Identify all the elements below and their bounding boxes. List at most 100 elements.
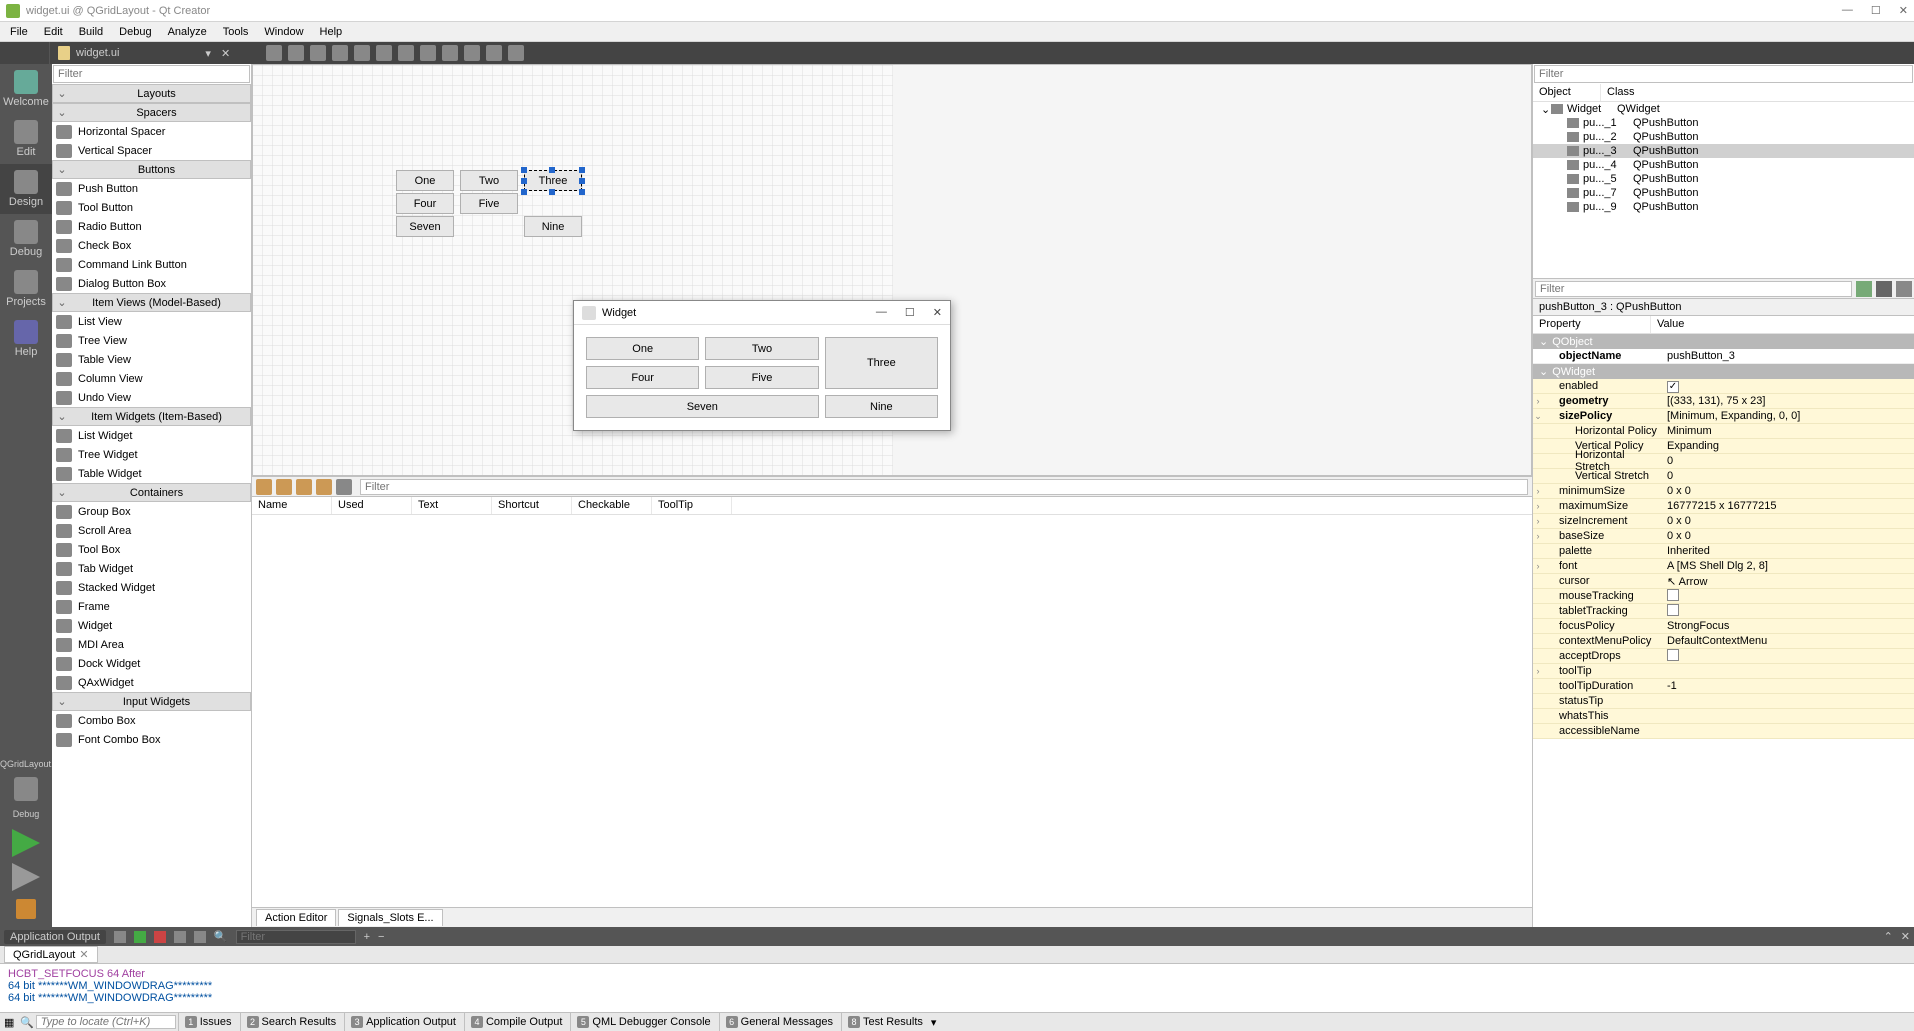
run-button[interactable]	[12, 829, 40, 857]
widget-group-header[interactable]: ⌄Buttons	[52, 160, 251, 179]
object-tree-row[interactable]: pu..._9QPushButton	[1533, 200, 1914, 214]
widget-item[interactable]: Undo View	[52, 388, 251, 407]
output-run-icon[interactable]	[134, 931, 146, 943]
widget-item[interactable]: Radio Button	[52, 217, 251, 236]
property-row[interactable]: whatsThis	[1533, 709, 1914, 724]
property-row[interactable]: acceptDrops	[1533, 649, 1914, 664]
preview-maximize[interactable]: ☐	[905, 306, 915, 319]
output-icon-4[interactable]	[194, 931, 206, 943]
layout-grid-icon[interactable]	[442, 45, 458, 61]
pane-compile[interactable]: 4Compile Output	[464, 1013, 568, 1031]
menu-file[interactable]: File	[4, 24, 34, 40]
object-tree-row[interactable]: pu..._4QPushButton	[1533, 158, 1914, 172]
layout-v-icon[interactable]	[376, 45, 392, 61]
property-value[interactable]: Minimum	[1661, 425, 1914, 437]
widget-item[interactable]: Command Link Button	[52, 255, 251, 274]
property-row[interactable]: ›geometry[(333, 131), 75 x 23]	[1533, 394, 1914, 409]
tab-signals-slots[interactable]: Signals_Slots E...	[338, 909, 442, 926]
menu-help[interactable]: Help	[314, 24, 349, 40]
output-icon-3[interactable]	[174, 931, 186, 943]
widget-item[interactable]: Group Box	[52, 502, 251, 521]
object-tree-row[interactable]: pu..._5QPushButton	[1533, 172, 1914, 186]
property-row[interactable]: ›sizeIncrement0 x 0	[1533, 514, 1914, 529]
delete-action-icon[interactable]	[316, 479, 332, 495]
object-tree-row[interactable]: pu..._3QPushButton	[1533, 144, 1914, 158]
output-tab-close-icon[interactable]: ✕	[79, 948, 88, 961]
run-debug-button[interactable]	[12, 863, 40, 891]
action-config-icon[interactable]	[336, 479, 352, 495]
design-btn-seven[interactable]: Seven	[396, 216, 454, 237]
property-row[interactable]: Horizontal Stretch0	[1533, 454, 1914, 469]
property-section[interactable]: ⌄QObject	[1533, 334, 1914, 349]
widget-item[interactable]: Stacked Widget	[52, 578, 251, 597]
new-action-icon[interactable]	[256, 479, 272, 495]
property-row[interactable]: ›minimumSize0 x 0	[1533, 484, 1914, 499]
property-row[interactable]: ⌄sizePolicy[Minimum, Expanding, 0, 0]	[1533, 409, 1914, 424]
property-value[interactable]: ✓	[1661, 380, 1914, 393]
edit-widgets-icon[interactable]	[266, 45, 282, 61]
widget-group-header[interactable]: ⌄Input Widgets	[52, 692, 251, 711]
resize-handle[interactable]	[579, 167, 585, 173]
maximize-button[interactable]: ☐	[1871, 4, 1881, 17]
widget-item[interactable]: Table Widget	[52, 464, 251, 483]
property-value[interactable]: -1	[1661, 680, 1914, 692]
add-property-icon[interactable]	[1856, 281, 1872, 297]
paste-action-icon[interactable]	[296, 479, 312, 495]
property-row[interactable]: ›toolTip	[1533, 664, 1914, 679]
resize-handle[interactable]	[521, 189, 527, 195]
widget-item[interactable]: Table View	[52, 350, 251, 369]
object-tree-row[interactable]: pu..._7QPushButton	[1533, 186, 1914, 200]
col-value[interactable]: Value	[1651, 316, 1690, 333]
col-class[interactable]: Class	[1601, 84, 1641, 101]
widget-item[interactable]: List View	[52, 312, 251, 331]
output-icon-1[interactable]	[114, 931, 126, 943]
property-row[interactable]: mouseTracking	[1533, 589, 1914, 604]
action-filter[interactable]	[360, 479, 1528, 495]
col-property[interactable]: Property	[1533, 316, 1651, 333]
resize-handle[interactable]	[521, 167, 527, 173]
widget-item[interactable]: Dock Widget	[52, 654, 251, 673]
widget-item[interactable]: Horizontal Spacer	[52, 122, 251, 141]
property-value[interactable]: A [MS Shell Dlg 2, 8]	[1661, 560, 1914, 572]
widget-item[interactable]: Check Box	[52, 236, 251, 255]
widget-item[interactable]: MDI Area	[52, 635, 251, 654]
rail-design[interactable]: Design	[0, 164, 52, 214]
property-value[interactable]	[1661, 589, 1914, 604]
widget-item[interactable]: Widget	[52, 616, 251, 635]
preview-btn-two[interactable]: Two	[705, 337, 818, 360]
object-tree-row[interactable]: pu..._2QPushButton	[1533, 130, 1914, 144]
preview-minimize[interactable]: —	[876, 306, 887, 319]
kit-label[interactable]: QGridLayout...	[0, 755, 52, 773]
widget-item[interactable]: Tree View	[52, 331, 251, 350]
remove-property-icon[interactable]	[1876, 281, 1892, 297]
widget-group-header[interactable]: ⌄Item Views (Model-Based)	[52, 293, 251, 312]
widget-item[interactable]: Tab Widget	[52, 559, 251, 578]
copy-action-icon[interactable]	[276, 479, 292, 495]
resize-handle[interactable]	[579, 178, 585, 184]
widget-item[interactable]: Push Button	[52, 179, 251, 198]
object-tree-row[interactable]: ⌄WidgetQWidget	[1533, 102, 1914, 116]
output-expand-icon[interactable]: ⌃	[1884, 930, 1893, 943]
output-filter[interactable]	[236, 930, 356, 944]
menu-edit[interactable]: Edit	[38, 24, 69, 40]
widget-group-header[interactable]: ⌄Containers	[52, 483, 251, 502]
design-btn-three[interactable]: Three	[524, 170, 582, 191]
property-section[interactable]: ⌄QWidget	[1533, 364, 1914, 379]
kit-icon[interactable]	[14, 777, 38, 801]
preview-close[interactable]: ✕	[933, 306, 942, 319]
property-value[interactable]: StrongFocus	[1661, 620, 1914, 632]
pane-appoutput[interactable]: 3Application Output	[344, 1013, 462, 1031]
edit-buddies-icon[interactable]	[310, 45, 326, 61]
preview-btn-four[interactable]: Four	[586, 366, 699, 389]
output-close-icon[interactable]: ✕	[1901, 930, 1910, 943]
widget-item[interactable]: Tool Button	[52, 198, 251, 217]
widget-item[interactable]: Vertical Spacer	[52, 141, 251, 160]
checkbox-icon[interactable]: ✓	[1667, 381, 1679, 393]
property-row[interactable]: Vertical Stretch0	[1533, 469, 1914, 484]
widget-item[interactable]: Combo Box	[52, 711, 251, 730]
property-value[interactable]: Inherited	[1661, 545, 1914, 557]
checkbox-icon[interactable]	[1667, 649, 1679, 661]
col-checkable[interactable]: Checkable	[572, 497, 652, 514]
rail-edit[interactable]: Edit	[0, 114, 52, 164]
widget-item[interactable]: List Widget	[52, 426, 251, 445]
